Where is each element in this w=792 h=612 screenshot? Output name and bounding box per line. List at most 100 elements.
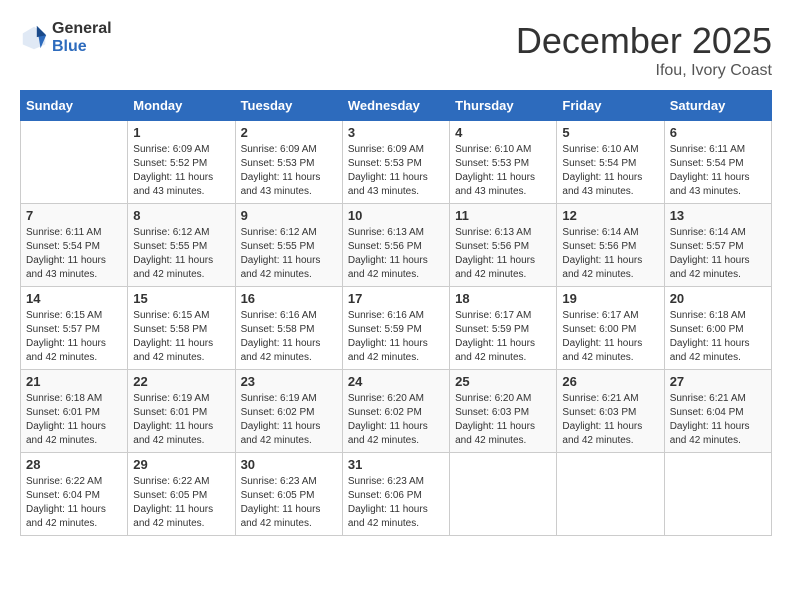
col-header-sunday: Sunday: [21, 91, 128, 121]
day-number: 12: [562, 208, 658, 223]
col-header-tuesday: Tuesday: [235, 91, 342, 121]
day-number: 31: [348, 457, 444, 472]
day-number: 24: [348, 374, 444, 389]
day-info: Sunrise: 6:23 AMSunset: 6:06 PMDaylight:…: [348, 475, 444, 531]
day-number: 21: [26, 374, 122, 389]
day-info: Sunrise: 6:14 AMSunset: 5:57 PMDaylight:…: [670, 226, 766, 282]
logo-text: General Blue: [52, 20, 112, 56]
col-header-monday: Monday: [128, 91, 235, 121]
week-row-5: 28Sunrise: 6:22 AMSunset: 6:04 PMDayligh…: [21, 453, 772, 536]
day-info: Sunrise: 6:09 AMSunset: 5:52 PMDaylight:…: [133, 143, 229, 199]
day-cell: [664, 453, 771, 536]
day-info: Sunrise: 6:20 AMSunset: 6:03 PMDaylight:…: [455, 392, 551, 448]
day-info: Sunrise: 6:21 AMSunset: 6:04 PMDaylight:…: [670, 392, 766, 448]
day-cell: 13 Sunrise: 6:14 AMSunset: 5:57 PMDayligh…: [664, 204, 771, 287]
day-info: Sunrise: 6:17 AMSunset: 6:00 PMDaylight:…: [562, 309, 658, 365]
day-cell: 10Sunrise: 6:13 AMSunset: 5:56 PMDayligh…: [342, 204, 449, 287]
day-number: 17: [348, 291, 444, 306]
day-info: Sunrise: 6:10 AMSunset: 5:53 PMDaylight:…: [455, 143, 551, 199]
day-number: 1: [133, 125, 229, 140]
day-number: 4: [455, 125, 551, 140]
day-number: 23: [241, 374, 337, 389]
day-number: 15: [133, 291, 229, 306]
day-cell: 19Sunrise: 6:17 AMSunset: 6:00 PMDayligh…: [557, 287, 664, 370]
day-cell: 22Sunrise: 6:19 AMSunset: 6:01 PMDayligh…: [128, 370, 235, 453]
day-info: Sunrise: 6:17 AMSunset: 5:59 PMDaylight:…: [455, 309, 551, 365]
day-cell: 16Sunrise: 6:16 AMSunset: 5:58 PMDayligh…: [235, 287, 342, 370]
col-header-friday: Friday: [557, 91, 664, 121]
day-cell: 5 Sunrise: 6:10 AMSunset: 5:54 PMDaylight…: [557, 121, 664, 204]
day-number: 28: [26, 457, 122, 472]
day-cell: 2Sunrise: 6:09 AMSunset: 5:53 PMDaylight…: [235, 121, 342, 204]
day-cell: 21 Sunrise: 6:18 AMSunset: 6:01 PMDayligh…: [21, 370, 128, 453]
day-cell: 23 Sunrise: 6:19 AMSunset: 6:02 PMDayligh…: [235, 370, 342, 453]
day-number: 13: [670, 208, 766, 223]
day-info: Sunrise: 6:23 AMSunset: 6:05 PMDaylight:…: [241, 475, 337, 531]
day-number: 20: [670, 291, 766, 306]
day-cell: 11 Sunrise: 6:13 AMSunset: 5:56 PMDayligh…: [450, 204, 557, 287]
day-cell: 14Sunrise: 6:15 AMSunset: 5:57 PMDayligh…: [21, 287, 128, 370]
day-number: 6: [670, 125, 766, 140]
day-cell: [557, 453, 664, 536]
day-info: Sunrise: 6:13 AMSunset: 5:56 PMDaylight:…: [348, 226, 444, 282]
day-number: 11: [455, 208, 551, 223]
day-cell: 6 Sunrise: 6:11 AMSunset: 5:54 PMDaylight…: [664, 121, 771, 204]
week-row-1: 1 Sunrise: 6:09 AMSunset: 5:52 PMDaylight…: [21, 121, 772, 204]
day-cell: 8Sunrise: 6:12 AMSunset: 5:55 PMDaylight…: [128, 204, 235, 287]
header-row: SundayMondayTuesdayWednesdayThursdayFrid…: [21, 91, 772, 121]
week-row-4: 21 Sunrise: 6:18 AMSunset: 6:01 PMDayligh…: [21, 370, 772, 453]
week-row-3: 14Sunrise: 6:15 AMSunset: 5:57 PMDayligh…: [21, 287, 772, 370]
day-info: Sunrise: 6:15 AMSunset: 5:58 PMDaylight:…: [133, 309, 229, 365]
day-number: 2: [241, 125, 337, 140]
day-cell: 31 Sunrise: 6:23 AMSunset: 6:06 PMDayligh…: [342, 453, 449, 536]
day-cell: 12Sunrise: 6:14 AMSunset: 5:56 PMDayligh…: [557, 204, 664, 287]
day-info: Sunrise: 6:11 AMSunset: 5:54 PMDaylight:…: [26, 226, 122, 282]
day-cell: 15 Sunrise: 6:15 AMSunset: 5:58 PMDayligh…: [128, 287, 235, 370]
day-cell: 27Sunrise: 6:21 AMSunset: 6:04 PMDayligh…: [664, 370, 771, 453]
day-info: Sunrise: 6:10 AMSunset: 5:54 PMDaylight:…: [562, 143, 658, 199]
week-row-2: 7 Sunrise: 6:11 AMSunset: 5:54 PMDaylight…: [21, 204, 772, 287]
calendar-table: SundayMondayTuesdayWednesdayThursdayFrid…: [20, 90, 772, 536]
title-block: December 2025 Ifou, Ivory Coast: [516, 20, 772, 80]
day-cell: 1 Sunrise: 6:09 AMSunset: 5:52 PMDaylight…: [128, 121, 235, 204]
day-cell: [21, 121, 128, 204]
day-cell: 9 Sunrise: 6:12 AMSunset: 5:55 PMDaylight…: [235, 204, 342, 287]
day-info: Sunrise: 6:20 AMSunset: 6:02 PMDaylight:…: [348, 392, 444, 448]
day-cell: 7 Sunrise: 6:11 AMSunset: 5:54 PMDaylight…: [21, 204, 128, 287]
day-cell: 26Sunrise: 6:21 AMSunset: 6:03 PMDayligh…: [557, 370, 664, 453]
day-info: Sunrise: 6:12 AMSunset: 5:55 PMDaylight:…: [241, 226, 337, 282]
day-number: 22: [133, 374, 229, 389]
logo-blue: Blue: [52, 38, 87, 55]
day-cell: 18 Sunrise: 6:17 AMSunset: 5:59 PMDayligh…: [450, 287, 557, 370]
day-number: 18: [455, 291, 551, 306]
day-number: 16: [241, 291, 337, 306]
day-number: 14: [26, 291, 122, 306]
day-number: 5: [562, 125, 658, 140]
logo-general: General: [52, 20, 112, 37]
day-number: 9: [241, 208, 337, 223]
col-header-saturday: Saturday: [664, 91, 771, 121]
col-header-thursday: Thursday: [450, 91, 557, 121]
day-cell: 4 Sunrise: 6:10 AMSunset: 5:53 PMDaylight…: [450, 121, 557, 204]
day-cell: 20Sunrise: 6:18 AMSunset: 6:00 PMDayligh…: [664, 287, 771, 370]
day-info: Sunrise: 6:13 AMSunset: 5:56 PMDaylight:…: [455, 226, 551, 282]
day-info: Sunrise: 6:19 AMSunset: 6:02 PMDaylight:…: [241, 392, 337, 448]
day-number: 29: [133, 457, 229, 472]
day-cell: 29Sunrise: 6:22 AMSunset: 6:05 PMDayligh…: [128, 453, 235, 536]
logo-icon: [20, 24, 48, 52]
col-header-wednesday: Wednesday: [342, 91, 449, 121]
day-cell: [450, 453, 557, 536]
day-cell: 17 Sunrise: 6:16 AMSunset: 5:59 PMDayligh…: [342, 287, 449, 370]
day-info: Sunrise: 6:11 AMSunset: 5:54 PMDaylight:…: [670, 143, 766, 199]
location: Ifou, Ivory Coast: [516, 62, 772, 80]
day-info: Sunrise: 6:09 AMSunset: 5:53 PMDaylight:…: [348, 143, 444, 199]
day-info: Sunrise: 6:16 AMSunset: 5:59 PMDaylight:…: [348, 309, 444, 365]
day-number: 8: [133, 208, 229, 223]
day-info: Sunrise: 6:18 AMSunset: 6:01 PMDaylight:…: [26, 392, 122, 448]
day-cell: 3Sunrise: 6:09 AMSunset: 5:53 PMDaylight…: [342, 121, 449, 204]
page-header: General Blue December 2025 Ifou, Ivory C…: [20, 20, 772, 80]
month-year: December 2025: [516, 20, 772, 62]
day-number: 25: [455, 374, 551, 389]
day-number: 7: [26, 208, 122, 223]
day-number: 26: [562, 374, 658, 389]
